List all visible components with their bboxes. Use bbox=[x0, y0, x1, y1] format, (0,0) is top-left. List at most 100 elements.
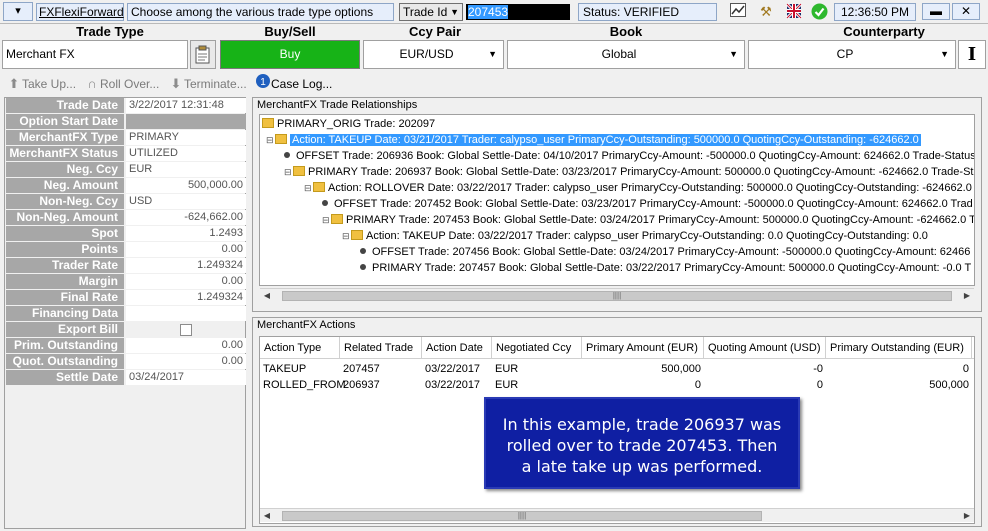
tree-node[interactable]: ⊟ Action: TAKEUP Date: 03/22/2017 Trader:… bbox=[342, 228, 928, 244]
window-menu-button[interactable]: ▾ bbox=[3, 2, 33, 21]
roll-over-button[interactable]: ∩ Roll Over... bbox=[84, 73, 159, 95]
take-up-button[interactable]: ⬆ Take Up... bbox=[6, 73, 76, 95]
trade-id-input[interactable]: 207453 bbox=[466, 4, 570, 20]
tree-node[interactable]: ⊟ PRIMARY Trade: 206937 Book: Global Sett… bbox=[284, 164, 974, 180]
detail-value[interactable]: 1.249324 bbox=[126, 258, 246, 273]
collapse-icon[interactable]: ⊟ bbox=[342, 228, 351, 244]
text-cursor-icon[interactable]: I bbox=[958, 40, 986, 69]
trade-type-field[interactable]: Merchant FX bbox=[2, 40, 188, 69]
bullet-icon bbox=[360, 248, 366, 254]
chart-icon[interactable] bbox=[728, 3, 748, 21]
minimize-button[interactable]: ▬ bbox=[922, 3, 950, 20]
case-log-button[interactable]: 1 Case Log... bbox=[255, 73, 332, 95]
collapse-icon[interactable]: ⊟ bbox=[322, 212, 331, 228]
counterparty-select[interactable]: CP ▼ bbox=[748, 40, 956, 69]
table-cell[interactable]: EUR bbox=[492, 361, 582, 377]
scroll-right-icon[interactable]: ▶ bbox=[960, 509, 974, 523]
notepad-icon[interactable] bbox=[190, 40, 216, 69]
column-header[interactable]: Quoting Amount (USD) bbox=[704, 337, 826, 359]
tree-node[interactable]: ⊟ Action: TAKEUP Date: 03/21/2017 Trader:… bbox=[266, 132, 921, 148]
table-cell[interactable]: 207457 bbox=[340, 361, 422, 377]
table-cell[interactable]: EUR bbox=[492, 377, 582, 393]
terminate-button[interactable]: ⬇ Terminate... bbox=[168, 73, 247, 95]
detail-row: Financing Data bbox=[5, 306, 246, 322]
column-header[interactable]: Action Type bbox=[260, 337, 340, 359]
detail-value[interactable]: 0.00 bbox=[126, 242, 246, 257]
detail-value[interactable]: USD bbox=[126, 194, 246, 209]
table-cell[interactable]: 500,000 bbox=[582, 361, 704, 377]
top-bar: ▾ FXFlexiForward Choose among the variou… bbox=[0, 0, 988, 24]
scroll-right-icon[interactable]: ▶ bbox=[960, 289, 974, 303]
tree-node[interactable]: OFFSET Trade: 206936 Book: Global Settle… bbox=[284, 148, 974, 164]
tree-node-label: Action: TAKEUP Date: 03/22/2017 Trader: … bbox=[366, 230, 928, 242]
detail-value[interactable]: PRIMARY bbox=[126, 130, 246, 145]
table-horizontal-scrollbar[interactable]: ◀ |||| ▶ bbox=[260, 508, 974, 522]
detail-value[interactable]: -624,662.00 bbox=[126, 210, 246, 225]
detail-row: Trade Date3/22/2017 12:31:48 PM bbox=[5, 98, 246, 126]
table-cell[interactable]: 0 bbox=[826, 361, 972, 377]
tree-node[interactable]: ⊟ PRIMARY Trade: 207453 Book: Global Sett… bbox=[322, 212, 974, 228]
detail-value[interactable]: 0.00 bbox=[126, 354, 246, 369]
flag-icon[interactable] bbox=[784, 2, 804, 21]
folder-icon bbox=[293, 166, 305, 176]
column-header[interactable]: C bbox=[972, 337, 974, 359]
scrollbar-thumb[interactable]: |||| bbox=[282, 511, 762, 521]
collapse-icon[interactable]: ⊟ bbox=[266, 132, 275, 148]
table-cell[interactable]: 03/22/2017 bbox=[422, 361, 492, 377]
table-cell[interactable]: -0 bbox=[704, 361, 826, 377]
ccy-pair-select[interactable]: EUR/USD ▼ bbox=[363, 40, 504, 69]
table-cell[interactable]: TAKEUP bbox=[260, 361, 340, 377]
check-icon[interactable] bbox=[809, 3, 829, 21]
collapse-icon[interactable]: ⊟ bbox=[304, 180, 313, 196]
callout-line-1: In this example, trade 206937 was bbox=[502, 415, 782, 434]
table-cell[interactable]: 500,000 bbox=[826, 377, 972, 393]
detail-value[interactable]: EUR bbox=[126, 162, 246, 177]
buy-sell-button[interactable]: Buy bbox=[220, 40, 360, 69]
ccy-pair-label: Ccy Pair bbox=[408, 24, 462, 39]
collapse-icon[interactable]: ⊟ bbox=[284, 164, 293, 180]
id-type-select[interactable]: Trade Id ▼ bbox=[399, 3, 463, 21]
tree-node[interactable]: OFFSET Trade: 207452 Book: Global Settle… bbox=[322, 196, 973, 212]
detail-row: MerchantFX Type PRIMARY bbox=[5, 130, 246, 146]
detail-value[interactable]: UTILIZED bbox=[126, 146, 246, 161]
tree-node[interactable]: PRIMARY Trade: 207457 Book: Global Settl… bbox=[360, 260, 971, 276]
scrollbar-thumb[interactable]: |||| bbox=[282, 291, 952, 301]
tree-node[interactable]: PRIMARY_ORIG Trade: 202097 bbox=[262, 116, 435, 132]
detail-value[interactable]: 0.00 bbox=[126, 274, 246, 289]
table-cell[interactable]: 0 bbox=[582, 377, 704, 393]
table-cell[interactable]: ROLLED_FROM bbox=[260, 377, 346, 393]
column-header[interactable]: Action Date bbox=[422, 337, 492, 359]
scroll-left-icon[interactable]: ◀ bbox=[260, 509, 274, 523]
column-header[interactable]: Primary Outstanding (EUR) bbox=[826, 337, 972, 359]
window-title-link[interactable]: FXFlexiForward bbox=[36, 3, 124, 21]
status-field: Status: VERIFIED bbox=[578, 3, 717, 21]
detail-value[interactable]: 500,000.00 bbox=[126, 178, 246, 193]
detail-value[interactable]: 0.00 bbox=[126, 338, 246, 353]
window-description: Choose among the various trade type opti… bbox=[127, 3, 394, 21]
detail-value[interactable] bbox=[126, 306, 246, 321]
tree-node[interactable]: ⊟ Action: ROLLOVER Date: 03/22/2017 Trade… bbox=[304, 180, 972, 196]
tools-icon[interactable]: ⚒ bbox=[756, 3, 776, 21]
table-cell[interactable]: 0 bbox=[704, 377, 826, 393]
clock-time: 12:36:50 PM bbox=[834, 3, 916, 21]
tree-horizontal-scrollbar[interactable]: ◀ |||| ▶ bbox=[260, 288, 974, 302]
detail-value[interactable]: 03/24/2017 bbox=[126, 370, 246, 385]
scroll-left-icon[interactable]: ◀ bbox=[260, 289, 274, 303]
detail-value[interactable] bbox=[126, 114, 246, 129]
export-bill-discount-checkbox[interactable] bbox=[180, 324, 192, 336]
tree-node-label: PRIMARY Trade: 207457 Book: Global Settl… bbox=[372, 262, 972, 274]
book-select[interactable]: Global ▼ bbox=[507, 40, 745, 69]
detail-value[interactable]: 3/22/2017 12:31:48 PM bbox=[126, 98, 246, 126]
detail-value[interactable]: 1.2493 bbox=[126, 226, 246, 241]
column-header[interactable]: Related Trade bbox=[340, 337, 422, 359]
table-cell[interactable]: 206937 bbox=[340, 377, 422, 393]
detail-row: Quot. Outstanding 0.00 bbox=[5, 354, 246, 370]
column-header[interactable]: Primary Amount (EUR) bbox=[582, 337, 704, 359]
table-cell[interactable]: 03/22/2017 bbox=[422, 377, 492, 393]
close-button[interactable]: ✕ bbox=[952, 3, 980, 20]
column-header[interactable]: Negotiated Ccy bbox=[492, 337, 582, 359]
tree-node[interactable]: OFFSET Trade: 207456 Book: Global Settle… bbox=[360, 244, 970, 260]
detail-label: Prim. Outstanding bbox=[6, 338, 124, 353]
detail-value[interactable]: 1.249324 bbox=[126, 290, 246, 305]
relationships-tree[interactable]: PRIMARY_ORIG Trade: 202097 ⊟ Action: TAKEU… bbox=[259, 114, 975, 286]
